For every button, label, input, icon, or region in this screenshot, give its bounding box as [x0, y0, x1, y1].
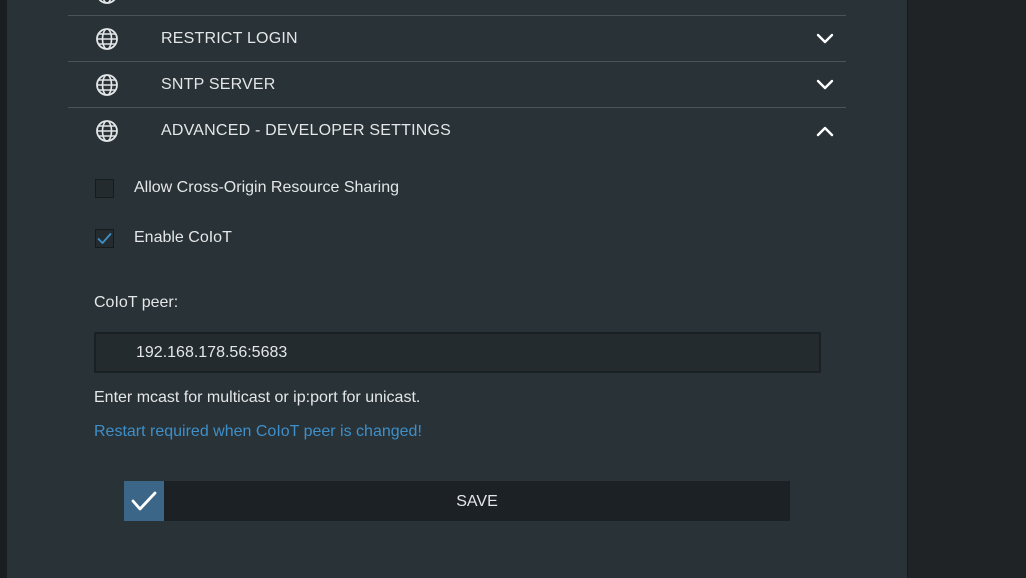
save-button-label: SAVE	[456, 493, 498, 510]
globe-icon	[96, 28, 118, 50]
check-icon	[131, 491, 157, 511]
coiot-peer-input[interactable]	[94, 332, 821, 373]
peer-hint-text: Enter mcast for multicast or ip:port for…	[94, 389, 421, 406]
page: RESTRICT LOGIN SNTP SERVER ADVANCED - DE…	[0, 0, 1026, 578]
section-header-previous[interactable]	[68, 0, 846, 16]
globe-icon	[96, 74, 118, 96]
cors-label[interactable]: Allow Cross-Origin Resource Sharing	[134, 179, 399, 197]
cors-checkbox[interactable]	[95, 179, 114, 198]
checkmark-icon	[97, 233, 112, 244]
section-header-restrict-login[interactable]: RESTRICT LOGIN	[68, 16, 846, 62]
section-title: RESTRICT LOGIN	[161, 30, 298, 47]
left-gutter	[0, 0, 7, 578]
enable-coiot-checkbox[interactable]	[95, 229, 114, 248]
section-title: ADVANCED - DEVELOPER SETTINGS	[161, 122, 452, 139]
save-button[interactable]: SAVE	[124, 481, 790, 521]
globe-icon	[96, 120, 118, 142]
chevron-up-icon[interactable]	[816, 122, 834, 140]
globe-icon	[98, 0, 116, 4]
chevron-down-icon[interactable]	[816, 76, 834, 94]
right-background	[907, 0, 1026, 578]
section-header-sntp-server[interactable]: SNTP SERVER	[68, 62, 846, 108]
save-icon-box	[124, 481, 164, 521]
settings-panel: RESTRICT LOGIN SNTP SERVER ADVANCED - DE…	[7, 0, 907, 578]
restart-warning-text: Restart required when CoIoT peer is chan…	[94, 423, 422, 440]
section-header-advanced-developer-settings[interactable]: ADVANCED - DEVELOPER SETTINGS	[68, 108, 846, 153]
section-title: SNTP SERVER	[161, 76, 276, 93]
coiot-peer-label: CoIoT peer:	[94, 294, 179, 311]
enable-coiot-label[interactable]: Enable CoIoT	[134, 229, 232, 247]
chevron-down-icon[interactable]	[816, 30, 834, 48]
